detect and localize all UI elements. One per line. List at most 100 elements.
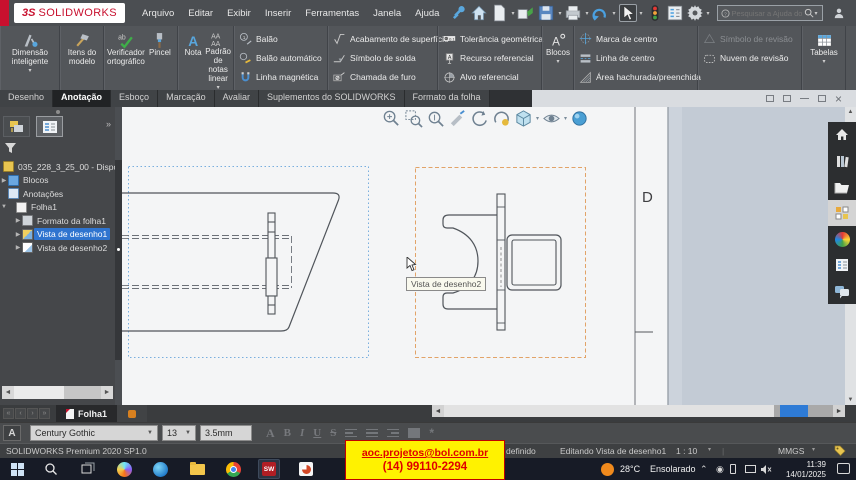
- view-settings-icon[interactable]: [570, 109, 589, 128]
- print-icon[interactable]: [564, 4, 582, 22]
- note-format-icon[interactable]: A: [3, 425, 21, 441]
- units-caret-icon[interactable]: ▾: [812, 446, 815, 453]
- font-size-select[interactable]: 13 ▼: [162, 425, 196, 441]
- add-sheet-tab[interactable]: [117, 405, 147, 422]
- scroll-right-icon[interactable]: ►: [101, 386, 113, 399]
- section-view-icon[interactable]: [448, 109, 467, 128]
- doc-close-icon[interactable]: ×: [835, 93, 842, 105]
- taskbar-clock[interactable]: 11:39 14/01/2025: [786, 460, 826, 479]
- view-orientation-caret-icon[interactable]: ▾: [536, 115, 539, 122]
- open-icon[interactable]: [517, 4, 535, 22]
- tab-formato-da-folha[interactable]: Formato da folha: [405, 90, 490, 107]
- tree-item-blocos[interactable]: ▶ Blocos: [0, 174, 115, 188]
- view2-plate[interactable]: [497, 194, 505, 330]
- display-manager-tab-icon[interactable]: [36, 116, 63, 137]
- last-sheet-icon[interactable]: »: [39, 408, 50, 419]
- centerline-button[interactable]: Linha de centro: [579, 50, 693, 67]
- save-icon[interactable]: [537, 4, 555, 22]
- powerpoint-icon[interactable]: [295, 459, 317, 479]
- menu-exibir[interactable]: Exibir: [220, 8, 258, 19]
- new-document-icon[interactable]: [490, 4, 508, 22]
- 3d-drawing-view-icon[interactable]: [492, 109, 511, 128]
- design-library-icon[interactable]: [828, 200, 856, 226]
- network-display-icon[interactable]: [742, 459, 758, 479]
- revision-cloud-button[interactable]: Nuvem de revisão: [703, 50, 797, 67]
- font-family-select[interactable]: Century Gothic ▼: [30, 425, 158, 441]
- sheet-tab-folha1[interactable]: Folha1: [56, 405, 117, 422]
- linear-note-pattern-button[interactable]: AAAA Padrão de notas linear ▾: [205, 28, 231, 88]
- forum-chat-icon[interactable]: [828, 278, 856, 304]
- save-caret-icon[interactable]: ▾: [558, 10, 561, 17]
- doc-prev-window-icon[interactable]: [766, 95, 774, 102]
- menu-ajuda[interactable]: Ajuda: [408, 8, 446, 19]
- auto-balloon-button[interactable]: Balão automático: [239, 50, 323, 67]
- tree-item-vista-desenho1[interactable]: ▶ Vista de desenho1: [0, 228, 115, 242]
- scale-caret-icon[interactable]: ▾: [708, 446, 711, 453]
- help-search-box[interactable]: ? ▾: [717, 5, 823, 21]
- filter-icon[interactable]: [4, 142, 17, 154]
- display-style-caret-icon[interactable]: ▾: [564, 115, 567, 122]
- file-explorer-icon[interactable]: [186, 459, 208, 479]
- tables-button[interactable]: Tabelas ▾: [805, 28, 843, 88]
- menu-ferramentas[interactable]: Ferramentas: [298, 8, 366, 19]
- view2-square-boss[interactable]: [507, 235, 561, 290]
- note-button[interactable]: A Nota: [181, 28, 205, 88]
- hole-callout-button[interactable]: Chamada de furo: [333, 69, 433, 86]
- weather-temp-label[interactable]: 28°C: [620, 458, 640, 480]
- expand-arrow-icon[interactable]: ▶: [0, 177, 8, 184]
- scroll-left-icon[interactable]: ◄: [2, 386, 14, 399]
- gear-icon[interactable]: [686, 4, 704, 22]
- tray-chevron-icon[interactable]: ⌃: [700, 458, 708, 480]
- center-mark-button[interactable]: Marca de centro: [579, 30, 693, 47]
- area-hatch-button[interactable]: Área hachurada/preenchida: [579, 69, 693, 86]
- scroll-right-icon[interactable]: ►: [833, 405, 845, 417]
- tab-anotacao[interactable]: Anotação: [53, 90, 111, 107]
- scroll-down-icon[interactable]: ▼: [848, 395, 854, 405]
- search-input[interactable]: [730, 8, 804, 19]
- zoom-fit-icon[interactable]: [382, 109, 401, 128]
- dropdown-caret-icon[interactable]: ▾: [822, 59, 825, 66]
- select-arrow-icon[interactable]: [619, 4, 637, 22]
- resources-library-icon[interactable]: [828, 148, 856, 174]
- text-height-field[interactable]: 3.5mm: [200, 425, 252, 441]
- phone-link-icon[interactable]: [726, 459, 740, 479]
- tab-esboco[interactable]: Esboço: [111, 90, 158, 107]
- view-palette-icon[interactable]: [828, 252, 856, 278]
- doc-restore-icon[interactable]: [818, 95, 826, 102]
- tree-item-folha1[interactable]: ▼ Folha1: [0, 201, 115, 215]
- smart-dimension-button[interactable]: Dimensão inteligente ▾: [3, 28, 57, 88]
- surface-finish-button[interactable]: Acabamento de superfície: [333, 30, 433, 47]
- pin-icon[interactable]: [450, 4, 468, 22]
- view-orientation-icon[interactable]: [514, 109, 533, 128]
- next-sheet-icon[interactable]: ›: [27, 408, 38, 419]
- zoom-inout-icon[interactable]: [426, 109, 445, 128]
- tree-root[interactable]: 035_228_3_25_00 - Dispositiv: [0, 160, 115, 174]
- appearances-icon[interactable]: [828, 226, 856, 252]
- zoom-area-icon[interactable]: [404, 109, 423, 128]
- doc-minimize-icon[interactable]: [800, 98, 809, 99]
- start-button[interactable]: [6, 459, 28, 479]
- tab-avaliar[interactable]: Avaliar: [215, 90, 259, 107]
- scrollbar-track[interactable]: [444, 405, 833, 417]
- panel-horizontal-scrollbar[interactable]: ◄ ►: [2, 386, 113, 399]
- task-view-icon[interactable]: [77, 459, 99, 479]
- horizontal-scrollbar[interactable]: ◄ ►: [432, 405, 845, 417]
- panel-splitter[interactable]: [115, 160, 122, 360]
- view1-flange[interactable]: [266, 213, 277, 314]
- model-items-button[interactable]: Itens do modelo: [63, 28, 101, 88]
- first-sheet-icon[interactable]: «: [3, 408, 14, 419]
- search-caret-icon[interactable]: ▾: [815, 10, 818, 17]
- open-folder-icon[interactable]: [828, 174, 856, 200]
- format-painter-button[interactable]: Pincel: [145, 28, 175, 88]
- print-caret-icon[interactable]: ▾: [585, 10, 588, 17]
- rotate-view-icon[interactable]: [470, 109, 489, 128]
- gear-caret-icon[interactable]: ▾: [707, 10, 710, 17]
- dropdown-caret-icon[interactable]: ▾: [556, 59, 559, 66]
- tree-item-vista-desenho2[interactable]: ▶ Vista de desenho2: [0, 241, 115, 255]
- dropdown-caret-icon[interactable]: ▾: [28, 68, 31, 75]
- magnifier-icon[interactable]: [804, 8, 814, 18]
- tab-desenho[interactable]: Desenho: [0, 90, 53, 107]
- tree-item-anotacoes[interactable]: Anotações: [0, 187, 115, 201]
- datum-target-button[interactable]: Alvo referencial: [443, 69, 537, 86]
- spell-checker-button[interactable]: ab Verificador ortográfico: [107, 28, 145, 88]
